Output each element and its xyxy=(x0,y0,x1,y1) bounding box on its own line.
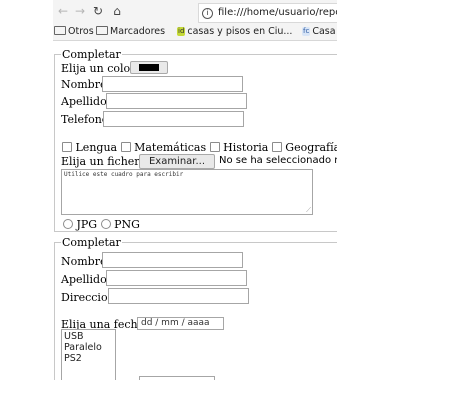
bookmark-label: Casa xyxy=(312,26,336,37)
bookmark-otros[interactable]: Otros xyxy=(54,24,94,40)
file-status-text: No se ha seleccionado ni xyxy=(219,155,337,166)
connection-select-list[interactable]: USB Paralelo PS2 xyxy=(61,329,116,380)
idealista-favicon: id xyxy=(177,27,186,36)
telefono-input[interactable] xyxy=(103,111,244,127)
format-radio-row: JPG PNG xyxy=(63,218,140,231)
nombre-input-2[interactable] xyxy=(102,252,243,268)
checkbox-historia[interactable] xyxy=(209,142,220,152)
checkbox-lengua[interactable] xyxy=(62,142,72,152)
fieldset-legend: Completar xyxy=(62,48,121,61)
url-text: file:///home/usuario/repo xyxy=(218,7,337,18)
radio-jpg[interactable] xyxy=(63,219,73,229)
fieldset-legend: Completar xyxy=(62,236,121,249)
back-arrow-icon[interactable]: ← xyxy=(56,4,70,18)
color-label: Elija un color: xyxy=(61,62,140,75)
direccion-label: Direccion xyxy=(61,291,115,304)
comment-textarea[interactable]: Utilice este cuadro para escribir ⟋ xyxy=(61,169,313,215)
bookmark-casas-y-pisos[interactable]: id casas y pisos en Ciu... xyxy=(177,24,292,40)
checkbox-label-geografia: Geografía xyxy=(285,141,337,154)
browse-file-button[interactable]: Examinar... xyxy=(139,154,215,169)
apellidos-label-2: Apellidos xyxy=(61,273,113,286)
checkbox-label-lengua: Lengua xyxy=(75,141,118,154)
navigation-bar: ← → ↻ ⌂ i file:///home/usuario/repo xyxy=(53,0,337,24)
subjects-checkbox-row: Lengua Matemáticas Historia Geografía xyxy=(62,141,337,154)
checkbox-geografia[interactable] xyxy=(271,142,282,152)
bookmark-label: casas y pisos en Ciu... xyxy=(187,26,293,37)
select-option-usb[interactable]: USB xyxy=(64,331,115,342)
apellidos-input-2[interactable] xyxy=(106,270,247,286)
info-icon[interactable]: i xyxy=(202,8,213,19)
textarea-text: Utilice este cuadro para escribir xyxy=(64,171,184,178)
fotocasa-favicon: fc xyxy=(302,27,311,36)
nombre-label-2: Nombre xyxy=(61,255,107,268)
radio-label-png: PNG xyxy=(114,218,140,231)
direccion-input[interactable] xyxy=(108,288,249,304)
nombre-input[interactable] xyxy=(102,76,243,92)
radio-label-jpg: JPG xyxy=(76,218,98,231)
color-swatch xyxy=(139,64,159,71)
checkbox-matematicas[interactable] xyxy=(120,142,131,152)
select-option-paralelo[interactable]: Paralelo xyxy=(64,342,115,353)
select-option-ps2[interactable]: PS2 xyxy=(64,353,115,364)
date-input[interactable]: dd / mm / aaaa xyxy=(137,317,224,330)
address-bar[interactable]: i file:///home/usuario/repo xyxy=(198,3,337,23)
partial-input-field[interactable] xyxy=(139,376,215,380)
apellidos-input[interactable] xyxy=(106,93,247,109)
file-label: Elija un fichero: xyxy=(61,155,150,168)
radio-png[interactable] xyxy=(100,219,111,229)
bookmark-label: Marcadores xyxy=(110,26,166,37)
bookmark-casa[interactable]: fc Casa xyxy=(302,24,336,40)
checkbox-label-matematicas: Matemáticas xyxy=(134,141,207,154)
apellidos-label: Apellidos xyxy=(61,95,113,108)
bookmark-marcadores[interactable]: Marcadores xyxy=(96,24,165,40)
home-icon[interactable]: ⌂ xyxy=(110,4,124,18)
resize-handle-icon[interactable]: ⟋ xyxy=(306,207,311,214)
checkbox-label-historia: Historia xyxy=(223,141,269,154)
bookmarks-bar: Otros Marcadores id casas y pisos en Ciu.… xyxy=(53,24,337,41)
nombre-label: Nombre xyxy=(61,78,107,91)
reload-icon[interactable]: ↻ xyxy=(91,4,105,18)
forward-arrow-icon[interactable]: → xyxy=(73,4,87,18)
color-picker[interactable] xyxy=(130,61,168,74)
browser-viewport: ← → ↻ ⌂ i file:///home/usuario/repo Otros… xyxy=(53,0,337,380)
folder-icon xyxy=(54,26,66,35)
bookmark-label: Otros xyxy=(68,26,94,37)
folder-icon xyxy=(96,26,108,35)
telefono-label: Telefono xyxy=(61,113,109,126)
